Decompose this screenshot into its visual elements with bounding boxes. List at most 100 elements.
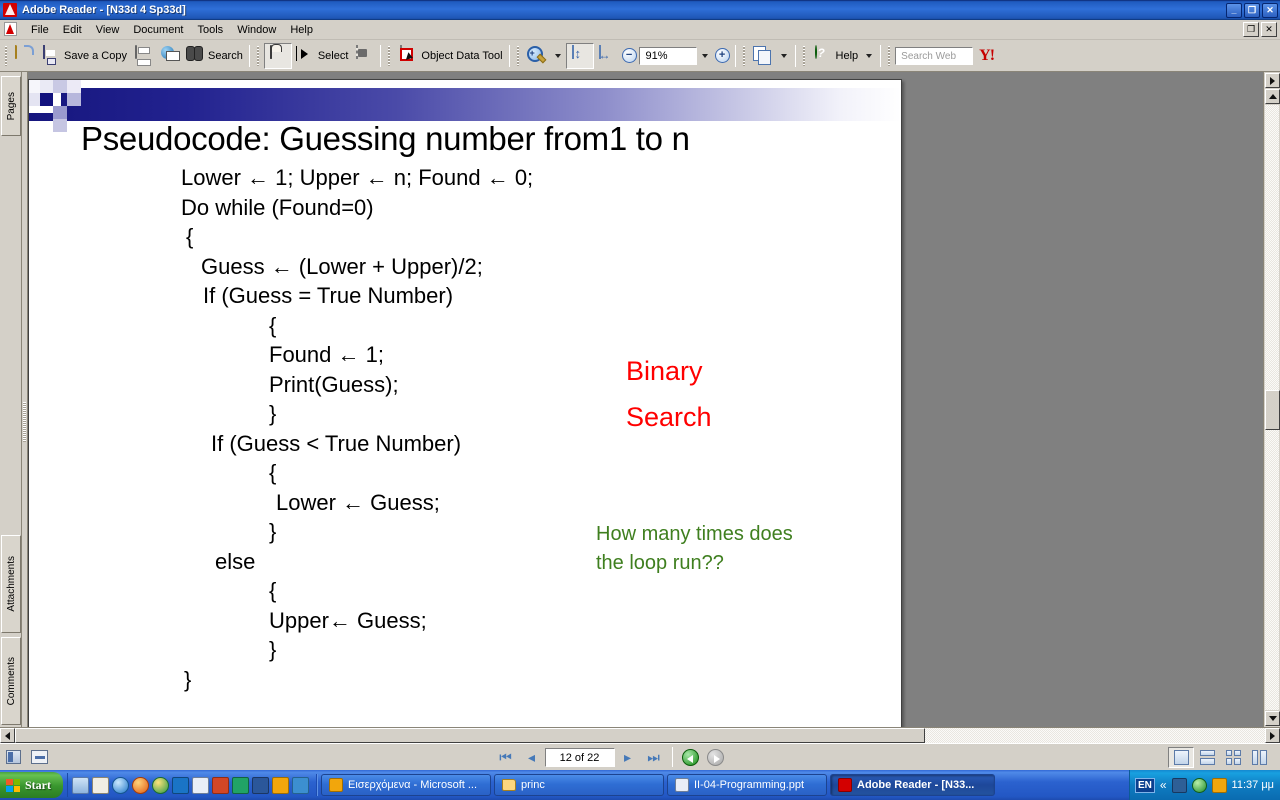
help-dropdown-icon[interactable] <box>866 53 873 58</box>
firefox-icon[interactable] <box>132 776 149 794</box>
close-button[interactable]: ✕ <box>1262 2 1278 18</box>
help-button[interactable]: Help <box>810 43 862 69</box>
yahoo-logo[interactable]: Y! <box>979 47 995 65</box>
zoom-level-input[interactable]: 91% <box>638 46 697 65</box>
skype-icon[interactable] <box>172 776 189 794</box>
zoom-level-dropdown-icon[interactable] <box>701 53 708 58</box>
taskbar-window-adobe-reader[interactable]: Adobe Reader - [N33... <box>830 774 995 796</box>
document-close-button[interactable]: ✕ <box>1261 22 1277 37</box>
show-desktop-icon[interactable] <box>72 776 89 794</box>
document-restore-button[interactable]: ❐ <box>1243 22 1259 37</box>
toolbar-grip-6[interactable] <box>801 44 808 68</box>
page-view[interactable]: Pseudocode: Guessing number from1 to n L… <box>28 72 1263 727</box>
taskbar-window-label: II-04-Programming.ppt <box>694 779 805 791</box>
scroll-up-button[interactable] <box>1265 89 1280 104</box>
select-tool-button[interactable]: Select <box>292 43 352 69</box>
open-button[interactable] <box>12 43 38 69</box>
clock-icon[interactable] <box>272 776 289 794</box>
snapshot-button[interactable] <box>351 43 377 69</box>
word-icon[interactable] <box>252 776 269 794</box>
previous-view-button[interactable] <box>681 748 699 766</box>
menu-window[interactable]: Window <box>230 22 283 38</box>
print-button[interactable] <box>130 43 156 69</box>
network-icon[interactable] <box>1171 777 1187 793</box>
taskbar-window-outlook[interactable]: Εισερχόμενα - Microsoft ... <box>321 774 491 796</box>
fit-width-button[interactable] <box>594 43 620 69</box>
minimize-button[interactable]: _ <box>1226 2 1242 18</box>
tray-clock[interactable]: 11:37 μμ <box>1232 779 1274 791</box>
taskbar-window-princ[interactable]: princ <box>494 774 664 796</box>
toolbar-grip-4[interactable] <box>515 44 522 68</box>
sidebar-tab-attachments[interactable]: Attachments <box>1 535 21 633</box>
excel-icon[interactable] <box>232 776 249 794</box>
toolbar-grip-3[interactable] <box>386 44 393 68</box>
scroll-right-button[interactable] <box>1265 728 1280 743</box>
next-view-button[interactable] <box>706 748 724 766</box>
sidebar-tab-comments[interactable]: Comments <box>1 637 21 725</box>
zoom-out-button[interactable]: − <box>621 48 637 63</box>
first-page-button[interactable]: ⏮ <box>495 747 517 767</box>
zoom-tool-button[interactable]: + <box>524 43 550 69</box>
scroll-split-button[interactable] <box>1265 73 1280 88</box>
previous-page-button[interactable]: ◂ <box>521 747 543 767</box>
object-data-tool-button[interactable]: Object Data Tool <box>395 43 505 69</box>
word-doc-icon[interactable] <box>192 776 209 794</box>
hscroll-thumb[interactable] <box>15 728 925 743</box>
zoom-in-button[interactable]: + <box>714 48 730 63</box>
continuous-facing-view-button[interactable] <box>1246 747 1272 768</box>
facing-view-button[interactable] <box>1220 747 1246 768</box>
acrobat-icon <box>838 778 852 792</box>
fit-page-button[interactable] <box>565 42 594 69</box>
code-line: Do while (Found=0) <box>181 194 374 220</box>
continuous-view-button[interactable] <box>1194 747 1220 768</box>
toolbar-grip-7[interactable] <box>886 44 893 68</box>
scroll-thumb[interactable] <box>1265 390 1280 430</box>
toolbar-grip[interactable] <box>3 44 10 68</box>
single-page-view-button[interactable] <box>1168 746 1194 768</box>
menu-document[interactable]: Document <box>126 22 190 38</box>
scroll-down-button[interactable] <box>1265 711 1280 726</box>
page-layout-dropdown-icon[interactable] <box>780 53 787 58</box>
last-page-button[interactable]: ⏭ <box>643 747 665 767</box>
chrome-icon[interactable] <box>152 776 169 794</box>
language-indicator[interactable]: EN <box>1134 777 1155 793</box>
title-bar: Adobe Reader - [N33d 4 Sp33d] _ ❐ ✕ <box>0 0 1280 20</box>
page-layout-button[interactable] <box>750 43 776 69</box>
decor-square-4 <box>40 80 53 93</box>
page-number-input[interactable]: 12 of 22 <box>544 747 615 767</box>
printer-icon <box>133 44 153 66</box>
hand-tool-button[interactable] <box>263 42 292 69</box>
taskbar-window-powerpoint[interactable]: II-04-Programming.ppt <box>667 774 827 796</box>
menu-help[interactable]: Help <box>283 22 320 38</box>
antivirus-icon[interactable] <box>1191 777 1207 793</box>
menu-file[interactable]: File <box>24 22 56 38</box>
notepad-icon[interactable] <box>92 776 109 794</box>
search-button[interactable]: Search <box>182 43 246 69</box>
hscroll-track[interactable] <box>15 728 1265 743</box>
toolbar-toggle-button[interactable] <box>28 747 50 767</box>
restore-button[interactable]: ❐ <box>1244 2 1260 18</box>
toolbar-grip-2[interactable] <box>255 44 262 68</box>
horizontal-scrollbar[interactable] <box>0 727 1280 743</box>
menu-edit[interactable]: Edit <box>56 22 89 38</box>
menu-tools[interactable]: Tools <box>191 22 231 38</box>
save-copy-button[interactable]: Save a Copy <box>38 43 130 69</box>
toolbar-grip-5[interactable] <box>741 44 748 68</box>
sidebar-tab-pages[interactable]: Pages <box>1 76 21 136</box>
menu-view[interactable]: View <box>89 22 127 38</box>
search-web-input[interactable]: Search Web <box>895 46 974 65</box>
toolbar-separator-5 <box>794 44 796 67</box>
start-button[interactable]: Start <box>0 772 63 798</box>
email-button[interactable] <box>156 43 182 69</box>
clock-tray-icon[interactable] <box>1211 777 1227 793</box>
scroll-left-button[interactable] <box>0 728 15 743</box>
internet-explorer-icon[interactable] <box>112 776 129 794</box>
messenger-icon[interactable] <box>292 776 309 794</box>
sidebar-toggle-button[interactable] <box>2 747 24 767</box>
zoom-tool-dropdown-icon[interactable] <box>554 53 561 58</box>
pseudocode-block: Lower ← 1; Upper ← n; Found ← 0; Do whil… <box>29 163 901 694</box>
tray-expand-chevron-icon[interactable]: « <box>1160 778 1167 792</box>
powerpoint-icon[interactable] <box>212 776 229 794</box>
next-page-button[interactable]: ▸ <box>617 747 639 767</box>
vertical-scrollbar[interactable] <box>1263 72 1280 727</box>
